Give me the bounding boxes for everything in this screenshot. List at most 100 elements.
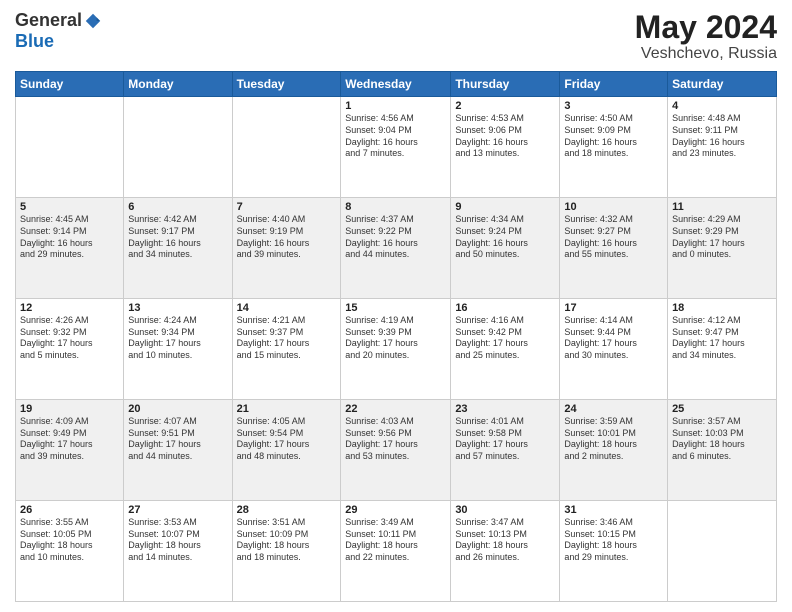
calendar-cell: 24Sunrise: 3:59 AM Sunset: 10:01 PM Dayl…: [560, 400, 668, 501]
day-number: 27: [128, 504, 227, 516]
logo-blue-text: Blue: [15, 31, 54, 52]
day-number: 1: [345, 100, 446, 112]
day-number: 25: [672, 403, 772, 415]
subtitle: Veshchevo, Russia: [635, 45, 777, 63]
day-info: Sunrise: 4:24 AM Sunset: 9:34 PM Dayligh…: [128, 315, 227, 362]
col-sunday: Sunday: [16, 72, 124, 97]
day-number: 18: [672, 302, 772, 314]
calendar-cell: 19Sunrise: 4:09 AM Sunset: 9:49 PM Dayli…: [16, 400, 124, 501]
day-number: 9: [455, 201, 555, 213]
day-info: Sunrise: 4:48 AM Sunset: 9:11 PM Dayligh…: [672, 113, 772, 160]
calendar-week-row: 19Sunrise: 4:09 AM Sunset: 9:49 PM Dayli…: [16, 400, 777, 501]
day-number: 30: [455, 504, 555, 516]
calendar-cell: 20Sunrise: 4:07 AM Sunset: 9:51 PM Dayli…: [124, 400, 232, 501]
day-number: 4: [672, 100, 772, 112]
calendar-cell: 18Sunrise: 4:12 AM Sunset: 9:47 PM Dayli…: [668, 299, 777, 400]
day-number: 16: [455, 302, 555, 314]
day-number: 11: [672, 201, 772, 213]
col-wednesday: Wednesday: [341, 72, 451, 97]
calendar-cell: 12Sunrise: 4:26 AM Sunset: 9:32 PM Dayli…: [16, 299, 124, 400]
day-number: 13: [128, 302, 227, 314]
calendar-cell: 1Sunrise: 4:56 AM Sunset: 9:04 PM Daylig…: [341, 97, 451, 198]
day-number: 31: [564, 504, 663, 516]
calendar-cell: 28Sunrise: 3:51 AM Sunset: 10:09 PM Dayl…: [232, 501, 341, 602]
main-title: May 2024: [635, 10, 777, 45]
calendar-cell: 29Sunrise: 3:49 AM Sunset: 10:11 PM Dayl…: [341, 501, 451, 602]
day-info: Sunrise: 3:53 AM Sunset: 10:07 PM Daylig…: [128, 517, 227, 564]
day-info: Sunrise: 4:34 AM Sunset: 9:24 PM Dayligh…: [455, 214, 555, 261]
day-number: 20: [128, 403, 227, 415]
calendar-cell: 11Sunrise: 4:29 AM Sunset: 9:29 PM Dayli…: [668, 198, 777, 299]
day-number: 23: [455, 403, 555, 415]
day-info: Sunrise: 4:45 AM Sunset: 9:14 PM Dayligh…: [20, 214, 119, 261]
day-info: Sunrise: 4:29 AM Sunset: 9:29 PM Dayligh…: [672, 214, 772, 261]
day-info: Sunrise: 4:01 AM Sunset: 9:58 PM Dayligh…: [455, 416, 555, 463]
calendar-cell: 22Sunrise: 4:03 AM Sunset: 9:56 PM Dayli…: [341, 400, 451, 501]
col-saturday: Saturday: [668, 72, 777, 97]
calendar-cell: [124, 97, 232, 198]
day-info: Sunrise: 4:05 AM Sunset: 9:54 PM Dayligh…: [237, 416, 337, 463]
title-block: May 2024 Veshchevo, Russia: [635, 10, 777, 63]
day-info: Sunrise: 3:55 AM Sunset: 10:05 PM Daylig…: [20, 517, 119, 564]
day-number: 3: [564, 100, 663, 112]
day-number: 24: [564, 403, 663, 415]
day-info: Sunrise: 4:19 AM Sunset: 9:39 PM Dayligh…: [345, 315, 446, 362]
day-info: Sunrise: 3:49 AM Sunset: 10:11 PM Daylig…: [345, 517, 446, 564]
calendar-cell: 27Sunrise: 3:53 AM Sunset: 10:07 PM Dayl…: [124, 501, 232, 602]
col-monday: Monday: [124, 72, 232, 97]
calendar-cell: 4Sunrise: 4:48 AM Sunset: 9:11 PM Daylig…: [668, 97, 777, 198]
day-info: Sunrise: 4:21 AM Sunset: 9:37 PM Dayligh…: [237, 315, 337, 362]
day-number: 15: [345, 302, 446, 314]
calendar-cell: 15Sunrise: 4:19 AM Sunset: 9:39 PM Dayli…: [341, 299, 451, 400]
calendar-cell: 16Sunrise: 4:16 AM Sunset: 9:42 PM Dayli…: [451, 299, 560, 400]
calendar-cell: 8Sunrise: 4:37 AM Sunset: 9:22 PM Daylig…: [341, 198, 451, 299]
day-info: Sunrise: 4:03 AM Sunset: 9:56 PM Dayligh…: [345, 416, 446, 463]
calendar-cell: 9Sunrise: 4:34 AM Sunset: 9:24 PM Daylig…: [451, 198, 560, 299]
calendar: Sunday Monday Tuesday Wednesday Thursday…: [15, 71, 777, 602]
day-number: 26: [20, 504, 119, 516]
day-info: Sunrise: 4:32 AM Sunset: 9:27 PM Dayligh…: [564, 214, 663, 261]
day-number: 12: [20, 302, 119, 314]
logo-general-text: General: [15, 10, 82, 31]
calendar-week-row: 5Sunrise: 4:45 AM Sunset: 9:14 PM Daylig…: [16, 198, 777, 299]
logo: General Blue: [15, 10, 102, 52]
calendar-header-row: Sunday Monday Tuesday Wednesday Thursday…: [16, 72, 777, 97]
calendar-week-row: 26Sunrise: 3:55 AM Sunset: 10:05 PM Dayl…: [16, 501, 777, 602]
day-info: Sunrise: 3:57 AM Sunset: 10:03 PM Daylig…: [672, 416, 772, 463]
day-info: Sunrise: 4:16 AM Sunset: 9:42 PM Dayligh…: [455, 315, 555, 362]
calendar-cell: 21Sunrise: 4:05 AM Sunset: 9:54 PM Dayli…: [232, 400, 341, 501]
calendar-cell: 2Sunrise: 4:53 AM Sunset: 9:06 PM Daylig…: [451, 97, 560, 198]
calendar-cell: 3Sunrise: 4:50 AM Sunset: 9:09 PM Daylig…: [560, 97, 668, 198]
calendar-cell: 25Sunrise: 3:57 AM Sunset: 10:03 PM Dayl…: [668, 400, 777, 501]
day-info: Sunrise: 4:09 AM Sunset: 9:49 PM Dayligh…: [20, 416, 119, 463]
col-friday: Friday: [560, 72, 668, 97]
day-info: Sunrise: 4:14 AM Sunset: 9:44 PM Dayligh…: [564, 315, 663, 362]
day-info: Sunrise: 4:50 AM Sunset: 9:09 PM Dayligh…: [564, 113, 663, 160]
day-info: Sunrise: 4:26 AM Sunset: 9:32 PM Dayligh…: [20, 315, 119, 362]
calendar-cell: 5Sunrise: 4:45 AM Sunset: 9:14 PM Daylig…: [16, 198, 124, 299]
calendar-week-row: 1Sunrise: 4:56 AM Sunset: 9:04 PM Daylig…: [16, 97, 777, 198]
col-tuesday: Tuesday: [232, 72, 341, 97]
day-number: 10: [564, 201, 663, 213]
day-info: Sunrise: 4:12 AM Sunset: 9:47 PM Dayligh…: [672, 315, 772, 362]
calendar-cell: 13Sunrise: 4:24 AM Sunset: 9:34 PM Dayli…: [124, 299, 232, 400]
day-info: Sunrise: 4:40 AM Sunset: 9:19 PM Dayligh…: [237, 214, 337, 261]
calendar-cell: 23Sunrise: 4:01 AM Sunset: 9:58 PM Dayli…: [451, 400, 560, 501]
day-number: 5: [20, 201, 119, 213]
day-info: Sunrise: 4:07 AM Sunset: 9:51 PM Dayligh…: [128, 416, 227, 463]
calendar-cell: 14Sunrise: 4:21 AM Sunset: 9:37 PM Dayli…: [232, 299, 341, 400]
day-number: 7: [237, 201, 337, 213]
day-info: Sunrise: 3:59 AM Sunset: 10:01 PM Daylig…: [564, 416, 663, 463]
day-number: 22: [345, 403, 446, 415]
day-number: 8: [345, 201, 446, 213]
day-number: 21: [237, 403, 337, 415]
calendar-cell: 10Sunrise: 4:32 AM Sunset: 9:27 PM Dayli…: [560, 198, 668, 299]
calendar-cell: [232, 97, 341, 198]
col-thursday: Thursday: [451, 72, 560, 97]
calendar-cell: [668, 501, 777, 602]
day-number: 19: [20, 403, 119, 415]
calendar-cell: 31Sunrise: 3:46 AM Sunset: 10:15 PM Dayl…: [560, 501, 668, 602]
page: General Blue May 2024 Veshchevo, Russia …: [0, 0, 792, 612]
logo-icon: [84, 12, 102, 30]
day-info: Sunrise: 4:56 AM Sunset: 9:04 PM Dayligh…: [345, 113, 446, 160]
